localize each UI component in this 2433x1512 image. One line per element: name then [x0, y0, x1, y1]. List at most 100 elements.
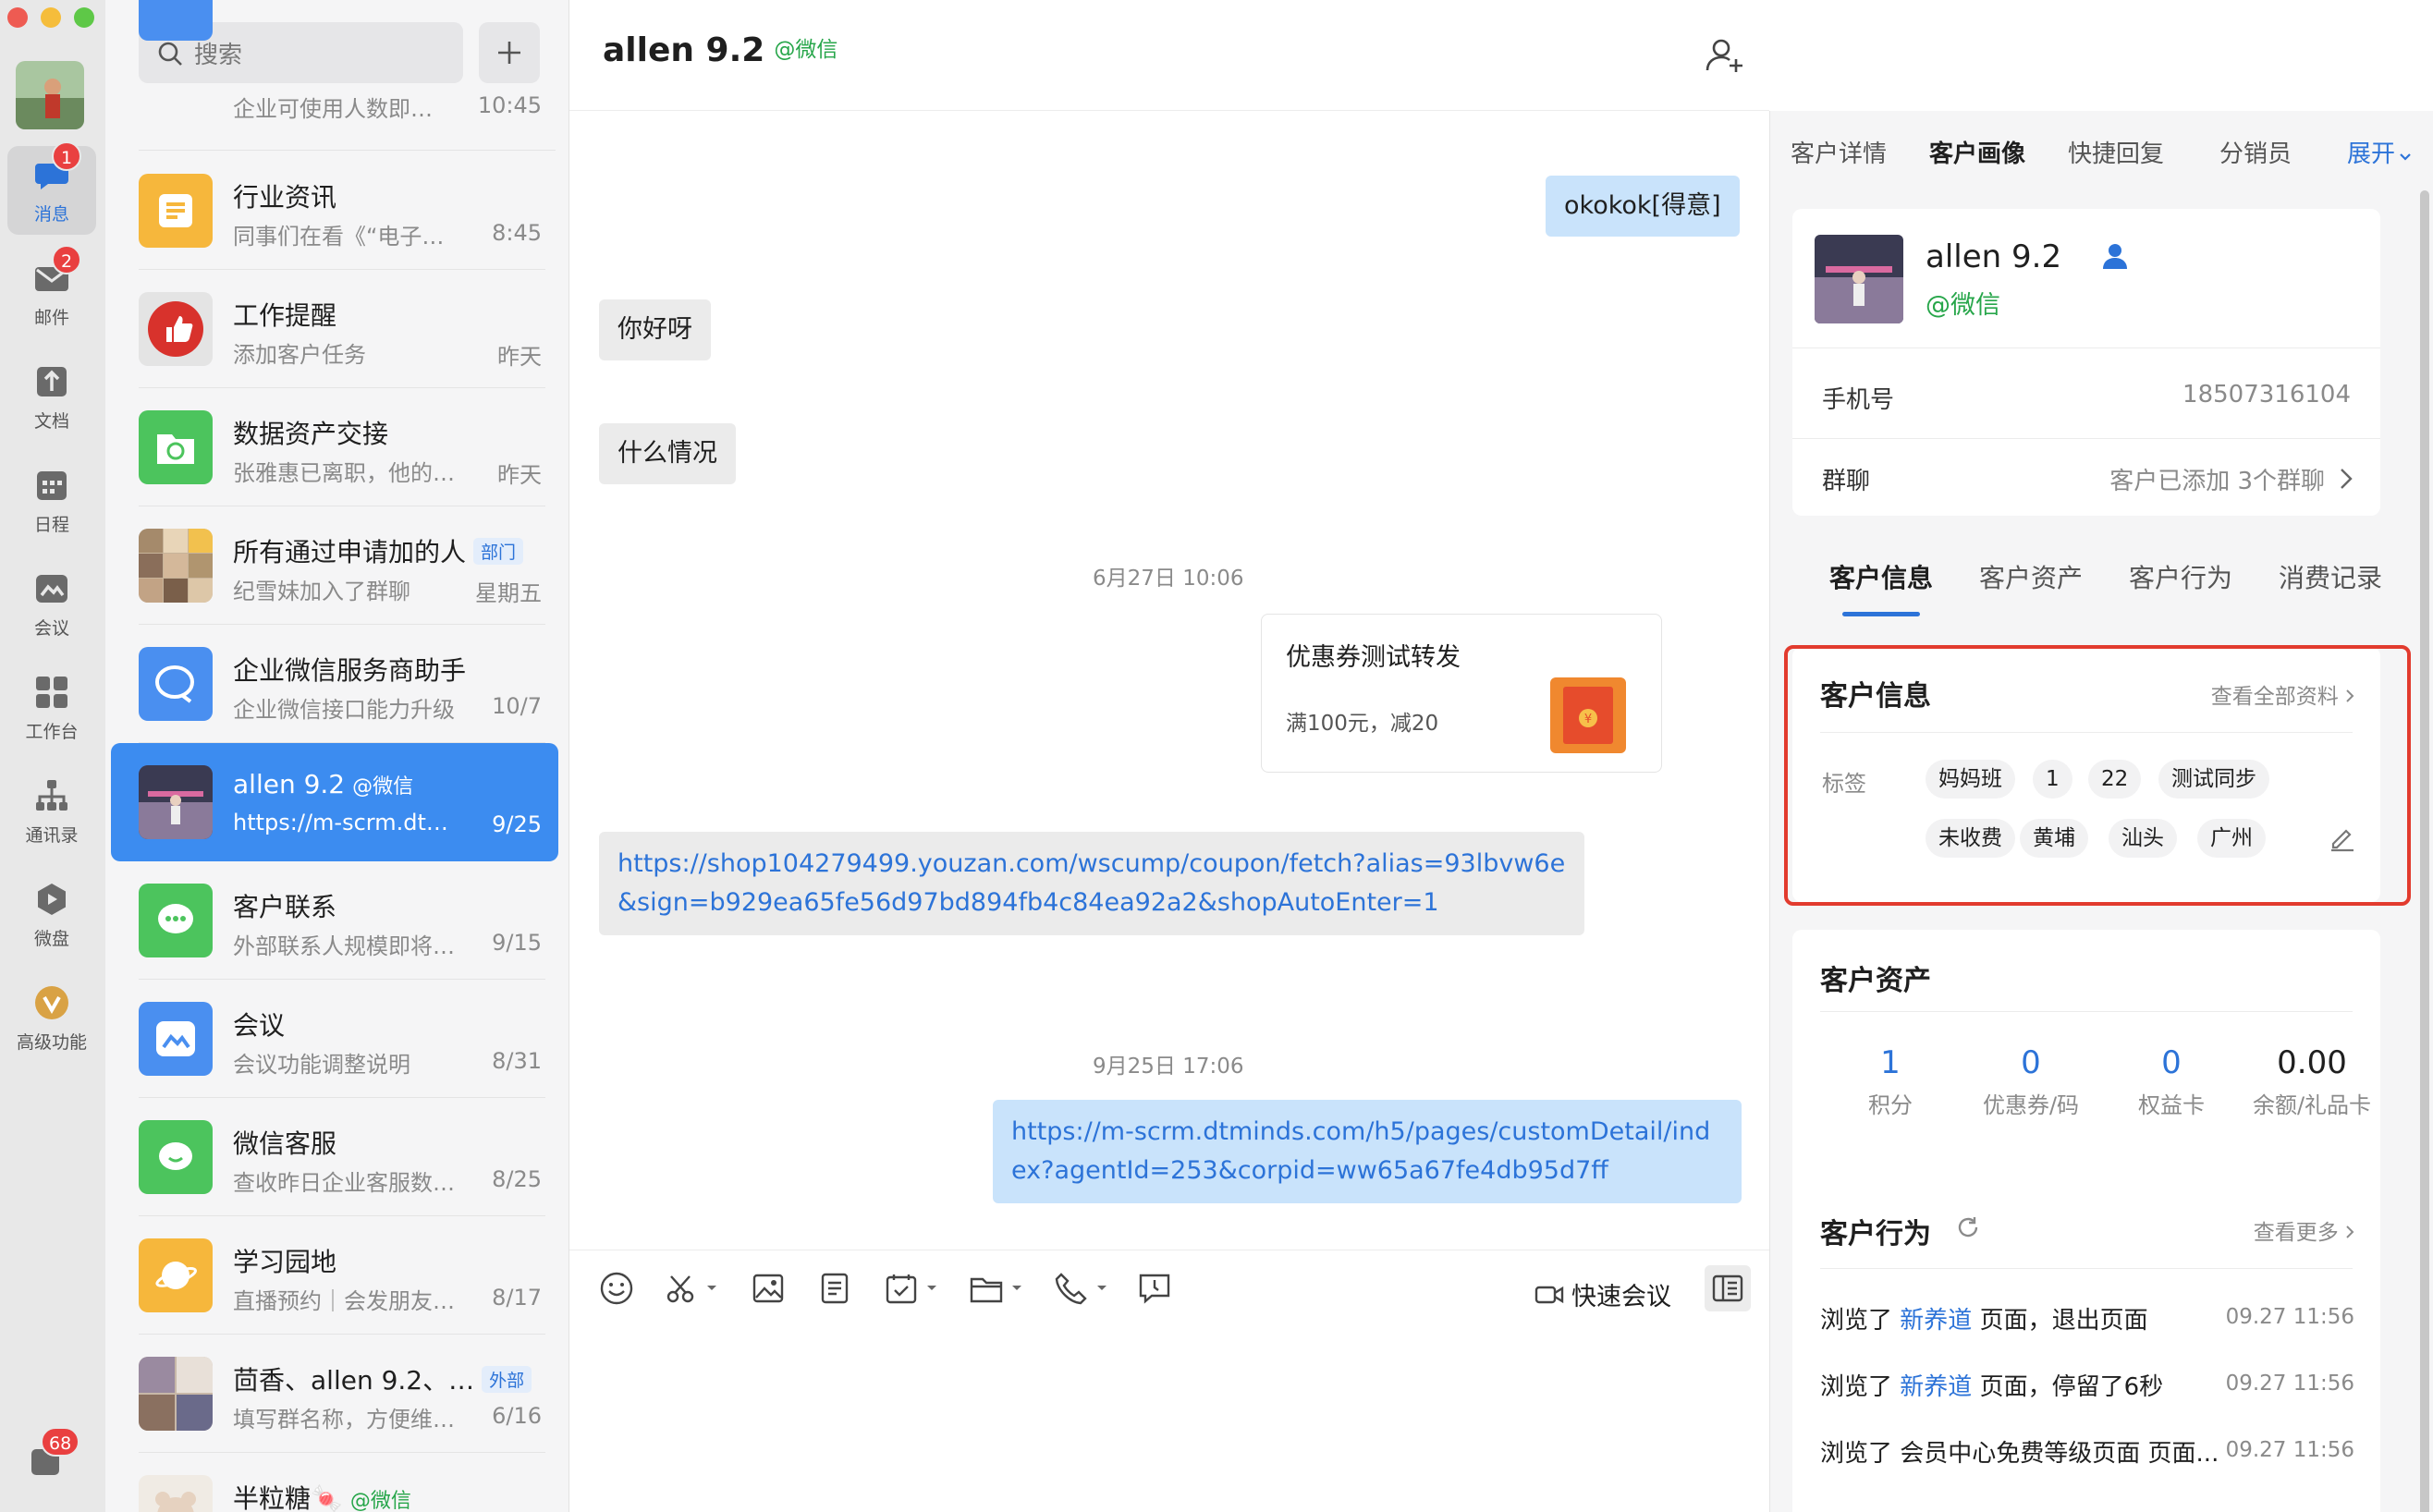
message-bubble-outgoing-link[interactable]: https://m-scrm.dtminds.com/h5/pages/cust… [993, 1100, 1742, 1203]
group-value[interactable]: 客户已添加 3个群聊 [2109, 462, 2325, 496]
sidebar-item-workbench[interactable]: 工作台 [7, 664, 96, 752]
conversation-item[interactable]: 数据资产交接 张雅惠已离职，他的… 昨天 [111, 388, 558, 506]
conversation-name: 数据资产交接 [233, 419, 389, 449]
folder-icon[interactable] [969, 1271, 1022, 1306]
conversation-item[interactable]: 所有通过申请加的人 部门 纪雪妹加入了群聊 星期五 [111, 506, 558, 625]
behavior-time: 09.27 11:56 [2225, 1372, 2354, 1396]
coupon-card[interactable]: 优惠券测试转发 满100元，减20 ¥ [1261, 614, 1662, 773]
sidebar-item-label: 消息 [33, 204, 69, 225]
add-member-icon[interactable] [1705, 35, 1745, 79]
department-tag: 部门 [473, 538, 524, 565]
asset-points[interactable]: 1 积分 [1821, 1044, 1960, 1119]
message-bubble-incoming[interactable]: 你好呀 [599, 299, 711, 360]
conversation-time: 星期五 [475, 580, 542, 606]
behavior-item[interactable]: 浏览了 会员中心免费等级页面 页面... [1820, 1434, 2219, 1469]
phone-value[interactable]: 18507316104 [2182, 381, 2351, 408]
expand-button[interactable]: 展开 [2347, 135, 2412, 169]
view-more-label: 查看更多 [2253, 1221, 2339, 1245]
conversation-item[interactable]: 会议 会议功能调整说明 8/31 [111, 980, 558, 1098]
conversation-time: 8:45 [492, 220, 542, 246]
sidebar-item-contacts[interactable]: 通讯录 [7, 767, 96, 856]
conversation-time: 9/15 [492, 930, 542, 956]
file-icon[interactable] [817, 1271, 852, 1306]
conversation-item[interactable]: 行业资讯 同事们在看《“电子… 8:45 [111, 152, 558, 270]
divider [139, 150, 556, 151]
asset-benefit-cards[interactable]: 0 权益卡 [2102, 1044, 2241, 1119]
phone-icon[interactable] [1054, 1271, 1107, 1306]
conversation-name-text: 半粒糖🍬 [233, 1483, 343, 1512]
behavior-highlight[interactable]: 新养道 [1900, 1307, 1972, 1335]
user-avatar[interactable] [16, 61, 84, 129]
tab-distributor[interactable]: 分销员 [2219, 135, 2292, 169]
minimize-window-button[interactable] [41, 7, 61, 28]
subtab-customer-assets[interactable]: 客户资产 [1979, 558, 2083, 595]
asset-balance[interactable]: 0.00 余额/礼品卡 [2243, 1044, 2381, 1119]
external-tag: 外部 [482, 1366, 532, 1393]
asset-label: 余额/礼品卡 [2252, 1092, 2372, 1118]
message-link[interactable]: https://m-scrm.dtminds.com/h5/pages/cust… [1011, 1117, 1710, 1185]
conversation-item[interactable]: 企业可使用人数即… 10:45 [111, 0, 558, 122]
asset-value: 1 [1880, 1044, 1901, 1081]
conversation-item[interactable]: 学习园地 直播预约｜会发朋友… 8/17 [111, 1216, 558, 1335]
message-bubble-incoming[interactable]: 什么情况 [599, 423, 736, 484]
emoji-icon[interactable] [599, 1271, 634, 1306]
thumbs-up-icon [139, 292, 213, 366]
behavior-item[interactable]: 浏览了 新养道 页面，退出页面 [1820, 1301, 2148, 1335]
tab-quick-reply[interactable]: 快捷回复 [2068, 135, 2164, 169]
subtab-consumption[interactable]: 消费记录 [2279, 558, 2382, 595]
video-icon [1534, 1286, 1564, 1303]
conversation-time: 10/7 [492, 693, 542, 719]
premium-icon [33, 984, 70, 1021]
refresh-icon[interactable] [1955, 1214, 1981, 1244]
tab-customer-detail[interactable]: 客户详情 [1791, 135, 1887, 169]
conversation-item[interactable]: 客户联系 外部联系人规模即将… 9/15 [111, 861, 558, 980]
toggle-sidebar-button[interactable] [1705, 1265, 1751, 1311]
conversation-item[interactable]: 微信客服 查收昨日企业客服数… 8/25 [111, 1098, 558, 1216]
behavior-item[interactable]: 浏览了 新养道 页面，停留了6秒 [1820, 1368, 2163, 1402]
chat-title-text: allen 9.2 [603, 31, 765, 69]
subtab-customer-info[interactable]: 客户信息 [1829, 558, 1933, 595]
behavior-highlight[interactable]: 新养道 [1900, 1373, 1972, 1401]
sidebar-item-label: 会议 [33, 618, 69, 639]
behavior-suffix: 会员中心免费等级页面 页面... [1900, 1440, 2219, 1468]
asset-coupons[interactable]: 0 优惠券/码 [1962, 1044, 2100, 1119]
message-bubble-incoming-link[interactable]: https://shop104279499.youzan.com/wscump/… [599, 832, 1584, 935]
wechat-tag: @微信 [774, 38, 838, 62]
image-icon[interactable] [751, 1271, 786, 1306]
active-tab-indicator [1842, 612, 1920, 616]
conversation-name: 会议 [233, 1010, 286, 1041]
phone-label: 手机号 [1822, 386, 1895, 414]
close-window-button[interactable] [7, 7, 28, 28]
conversation-item[interactable]: 工作提醒 添加客户任务 昨天 [111, 270, 558, 388]
sidebar-item-premium[interactable]: 高级功能 [7, 974, 96, 1063]
document-icon [33, 363, 70, 400]
message-link[interactable]: https://shop104279499.youzan.com/wscump/… [617, 849, 1565, 917]
notification-icon[interactable]: 68 [28, 1427, 80, 1479]
chevron-down-icon [1012, 1286, 1021, 1290]
mail-icon: 2 [33, 245, 81, 297]
message-bubble-outgoing[interactable]: okokok[得意] [1546, 176, 1740, 237]
view-more-link[interactable]: 查看更多 [2254, 1214, 2354, 1246]
conversation-item[interactable]: 茴香、allen 9.2、… 外部 填写群名称，方便维… 6/16 [111, 1335, 558, 1453]
conversation-item[interactable]: 半粒糖🍬 @微信 [111, 1453, 558, 1512]
sidebar-item-messages[interactable]: 1 消息 [7, 141, 96, 235]
sidebar-item-calendar[interactable]: 日程 [7, 457, 96, 545]
subtab-customer-behavior[interactable]: 客户行为 [2129, 558, 2232, 595]
sidebar-item-meeting[interactable]: 会议 [7, 560, 96, 649]
behavior-prefix: 浏览了 [1820, 1373, 1893, 1401]
quick-meeting-button[interactable]: 快速会议 [1534, 1276, 1671, 1312]
panel-scrollbar[interactable] [2420, 190, 2429, 1512]
conversation-item[interactable]: 企业微信服务商助手 企业微信接口能力升级 10/7 [111, 625, 558, 743]
screenshot-icon[interactable] [664, 1271, 717, 1306]
reminder-icon[interactable] [1137, 1271, 1172, 1306]
chevron-right-icon[interactable] [2340, 468, 2353, 494]
conversation-time: 8/25 [492, 1166, 542, 1192]
conversation-item-active[interactable]: allen 9.2 @微信 https://m-scrm.dtmi… 9/25 [111, 743, 558, 861]
sidebar-item-docs[interactable]: 文档 [7, 353, 96, 442]
tab-customer-profile[interactable]: 客户画像 [1929, 135, 2025, 169]
maximize-window-button[interactable] [74, 7, 94, 28]
sidebar-item-mail[interactable]: 2 邮件 [7, 245, 96, 338]
sidebar-item-drive[interactable]: 微盘 [7, 871, 96, 959]
task-icon[interactable] [884, 1271, 937, 1306]
conversation-preview: 同事们在看《“电子… [233, 224, 445, 250]
